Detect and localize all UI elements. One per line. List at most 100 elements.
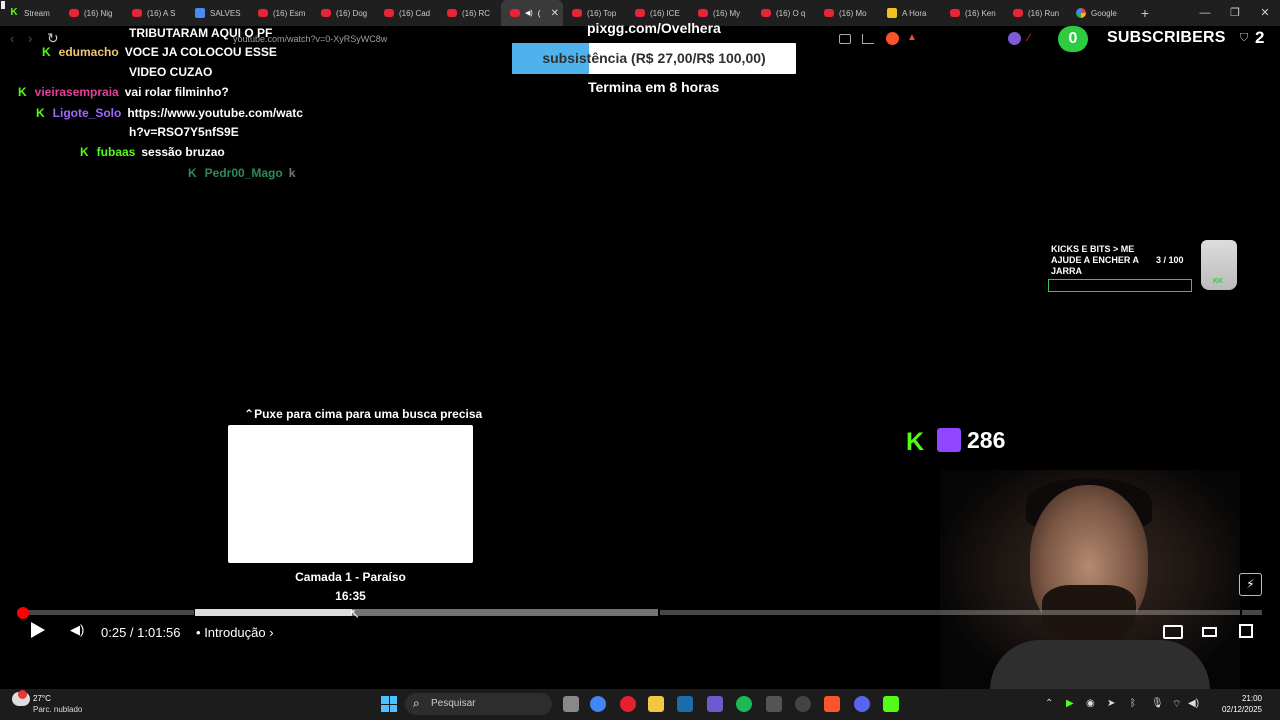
back-icon[interactable]: ‹ xyxy=(10,31,14,46)
share-icon[interactable] xyxy=(862,34,874,44)
microphone-icon[interactable]: 🎙 xyxy=(1151,698,1164,709)
browser-tab[interactable]: (16) Cad xyxy=(375,0,438,26)
weather-temperature[interactable]: 27°C xyxy=(33,694,51,703)
opera-gx-icon[interactable] xyxy=(620,696,636,712)
progress-chapter-1[interactable] xyxy=(20,610,194,615)
chat-username: edumacho xyxy=(58,45,119,59)
taskbar-search-placeholder[interactable]: Pesquisar xyxy=(431,698,475,709)
pdf-extension-icon[interactable]: ⁄ xyxy=(1028,32,1041,45)
chat-message-text: sessão bruzao xyxy=(141,145,225,159)
browser-tab[interactable]: (16) O q xyxy=(752,0,815,26)
vpn-shield-icon[interactable]: ⛉ xyxy=(1240,32,1253,45)
kick-badge-icon: K xyxy=(36,106,45,120)
browser-tab[interactable]: Google xyxy=(1067,0,1130,26)
audio-playing-icon[interactable]: ◀) xyxy=(525,9,533,17)
close-tab-icon[interactable]: ✕ xyxy=(551,8,559,19)
chrome-icon[interactable] xyxy=(590,696,606,712)
close-window-button[interactable]: ✕ xyxy=(1250,0,1280,26)
chat-message: h?v=RSO7Y5nfS9E xyxy=(129,125,239,139)
bluetooth-icon[interactable]: ᛒ xyxy=(1130,698,1136,709)
browser-tab[interactable]: (16) Nig xyxy=(60,0,123,26)
browser-tab[interactable]: (16) Dog xyxy=(312,0,375,26)
wifi-icon[interactable]: ⌔ xyxy=(1172,698,1181,711)
play-button[interactable] xyxy=(31,622,45,638)
tray-obs-icon[interactable]: ◉ xyxy=(1086,698,1095,709)
preview-chapter-title: Camada 1 - Paraíso xyxy=(295,570,406,584)
theater-mode-icon[interactable] xyxy=(1202,627,1217,637)
weather-sun-icon xyxy=(18,690,27,699)
browser-tab-label: (16) Top xyxy=(587,8,617,18)
tray-chevron-icon[interactable]: ⌃ xyxy=(1045,698,1053,709)
jar-logo: KK xyxy=(1213,278,1224,285)
twitch-icon xyxy=(937,428,961,452)
weather-description[interactable]: Parc. nublado xyxy=(33,705,82,714)
browser-tab-label: (16) Ken xyxy=(965,8,996,18)
new-tab-button[interactable]: + xyxy=(1130,5,1160,21)
browser-tab[interactable]: SALVES xyxy=(186,0,249,26)
browser-tab-label: (16) Mo xyxy=(839,8,867,18)
goal-ends-text: Termina em 8 horas xyxy=(588,79,720,95)
progress-chapter-3[interactable] xyxy=(660,610,1240,615)
browser-tab[interactable]: (16) A S xyxy=(123,0,186,26)
minimize-window-button[interactable]: — xyxy=(1190,0,1220,26)
extension-icon[interactable] xyxy=(1008,32,1021,45)
mouse-cursor-icon: ↖ xyxy=(349,606,360,621)
task-view-icon[interactable] xyxy=(563,696,579,712)
windows-start-icon[interactable] xyxy=(381,696,397,712)
chat-message-text: VIDEO CUZAO xyxy=(129,65,213,79)
restore-window-button[interactable]: ❐ xyxy=(1220,0,1250,26)
spotify-icon[interactable] xyxy=(736,696,752,712)
steam-icon[interactable] xyxy=(677,696,693,712)
preview-time: 16:35 xyxy=(335,589,366,603)
browser-tab-label: (16) Esm xyxy=(273,8,306,18)
clock-time[interactable]: 21:00 xyxy=(1212,694,1262,703)
docs-icon xyxy=(195,8,205,18)
app-arrow-icon[interactable] xyxy=(766,696,782,712)
sheet-icon xyxy=(887,8,897,18)
scrubber-handle[interactable] xyxy=(17,607,29,619)
youtube-icon xyxy=(1013,9,1023,17)
browser-tab[interactable]: ◀) (✕ xyxy=(501,0,563,26)
chat-username: Ligote_Solo xyxy=(52,106,122,120)
goal-progress-bar: subsistência (R$ 27,00/R$ 100,00) xyxy=(512,43,796,74)
cast-icon[interactable] xyxy=(839,34,851,44)
browser-tab[interactable]: K Stream xyxy=(0,0,60,26)
browser-tab[interactable]: (16) Mo xyxy=(815,0,878,26)
youtube-icon xyxy=(635,9,645,17)
discord-icon[interactable] xyxy=(854,696,870,712)
brave-icon[interactable] xyxy=(824,696,840,712)
tray-kick-icon[interactable]: ▶ xyxy=(1066,698,1074,709)
browser-tab[interactable]: (16) Run xyxy=(1004,0,1067,26)
precise-seek-hint-text: Puxe para cima para uma busca precisa xyxy=(254,407,483,421)
chapter-button[interactable]: • Introdução › xyxy=(196,625,274,640)
obs-icon[interactable] xyxy=(795,696,811,712)
file-explorer-icon[interactable] xyxy=(648,696,664,712)
miniplayer-icon[interactable] xyxy=(1163,625,1183,639)
chevron-right-icon: › xyxy=(269,625,274,640)
browser-tab[interactable]: (16) Ken xyxy=(941,0,1004,26)
tray-share-icon[interactable]: ➤ xyxy=(1107,698,1115,709)
seek-preview-thumbnail xyxy=(228,425,473,563)
subscribers-label: SUBSCRIBERS xyxy=(1107,29,1226,46)
browser-tab-label: Stream xyxy=(24,8,50,18)
fullscreen-icon[interactable] xyxy=(1239,624,1253,638)
taskbar-search[interactable] xyxy=(405,693,552,715)
time-display: 0:25 / 1:01:56 xyxy=(101,625,181,640)
app-icon[interactable] xyxy=(707,696,723,712)
progress-chapter-4[interactable] xyxy=(1242,610,1262,615)
browser-tab[interactable]: (16) Esm xyxy=(249,0,312,26)
browser-tab-label: (16) My xyxy=(713,8,741,18)
clock-date[interactable]: 02/12/2025 xyxy=(1202,705,1262,714)
volume-icon[interactable]: ◀) xyxy=(70,622,84,638)
brave-shields-icon[interactable] xyxy=(886,32,899,45)
viewer-count: 286 xyxy=(967,427,1006,453)
browser-tab[interactable]: A Hora xyxy=(878,0,941,26)
forward-icon[interactable]: › xyxy=(28,31,32,46)
brave-rewards-icon[interactable]: ▲ xyxy=(907,32,920,45)
browser-tab[interactable]: (16) RC xyxy=(438,0,501,26)
jar-goal-title: KICKS E BITS > ME AJUDE A ENCHER A JARRA xyxy=(1051,244,1139,276)
bolt-icon[interactable]: ⚡ xyxy=(1239,573,1262,596)
speaker-icon[interactable]: ◀) xyxy=(1188,698,1199,709)
jar-goal-count: 3 / 100 xyxy=(1156,255,1184,265)
kick-app-icon[interactable] xyxy=(883,696,899,712)
